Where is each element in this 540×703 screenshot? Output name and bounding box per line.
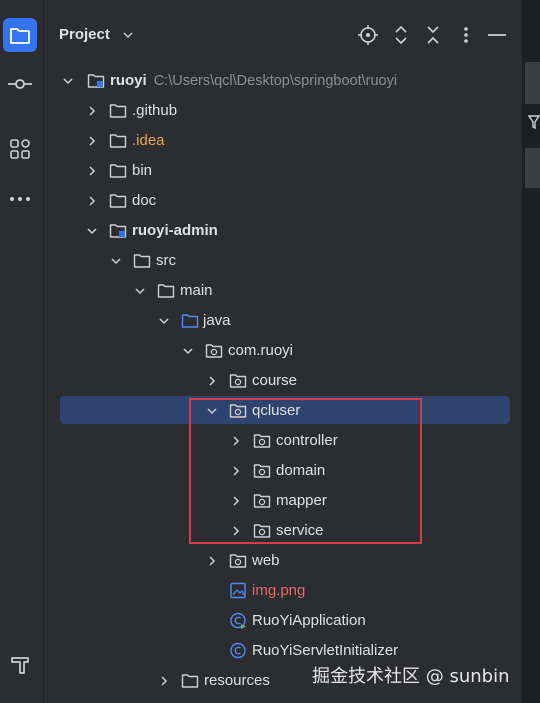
collapse-all-icon[interactable]: [422, 24, 444, 46]
tree-item-label: .github: [132, 102, 178, 119]
source-folder-icon: [181, 312, 199, 329]
tree-root-row[interactable]: ruoyi C:\Users\qcl\Desktop\springboot\ruo…: [44, 66, 522, 96]
folder-icon: [109, 132, 127, 149]
chevron-right-icon[interactable]: [86, 194, 98, 206]
project-folder-icon[interactable]: [3, 18, 37, 52]
tree-root-label-group: ruoyi C:\Users\qcl\Desktop\springboot\ruo…: [110, 72, 397, 89]
tree-item-label: main: [180, 282, 213, 299]
chevron-right-icon[interactable]: [206, 554, 218, 566]
chevron-down-icon[interactable]: [158, 314, 170, 326]
chevron-down-icon[interactable]: [110, 254, 122, 266]
tree-item-label: doc: [132, 192, 157, 209]
tree-row[interactable]: doc: [44, 186, 522, 216]
ide-window: Project ruoyi C:\Users\qcl\Desktop\spring…: [0, 0, 540, 703]
chevron-down-icon[interactable]: [134, 284, 146, 296]
tree-row[interactable]: .idea: [44, 126, 522, 156]
panel-title[interactable]: Project: [59, 26, 110, 43]
right-tool-strip: [522, 0, 540, 703]
image-file-icon: [229, 582, 247, 599]
tree-item-label: course: [252, 372, 298, 389]
chevron-down-icon[interactable]: [122, 28, 134, 46]
chevron-right-icon[interactable]: [86, 164, 98, 176]
tree-row[interactable]: img.png: [44, 576, 522, 606]
locate-icon[interactable]: [357, 24, 379, 46]
watermark: 掘金技术社区 @ sunbin: [312, 666, 510, 687]
panel-header: Project: [44, 0, 522, 70]
structure-icon[interactable]: [3, 132, 37, 166]
hide-panel-icon[interactable]: [486, 24, 508, 46]
folder-icon: [157, 282, 175, 299]
build-hammer-icon[interactable]: [3, 648, 37, 682]
chevron-right-icon[interactable]: [86, 104, 98, 116]
tree-item-label: com.ruoyi: [228, 342, 294, 359]
tree-item-label: .idea: [132, 132, 165, 149]
vertical-scrollbar[interactable]: [514, 60, 522, 703]
options-kebab-icon[interactable]: [455, 24, 477, 46]
folder-icon: [109, 192, 127, 209]
tree-item-label: ruoyi: [110, 72, 147, 89]
tree-item-label: src: [156, 252, 176, 269]
commit-icon[interactable]: [3, 67, 37, 101]
project-path: C:\Users\qcl\Desktop\springboot\ruoyi: [153, 73, 398, 89]
module-icon: [109, 222, 127, 239]
tree-row[interactable]: .github: [44, 96, 522, 126]
tree-row[interactable]: web: [44, 546, 522, 576]
tree-item-label: resources: [204, 672, 270, 689]
chevron-right-icon[interactable]: [86, 134, 98, 146]
tree-item-label: ruoyi-admin: [132, 222, 218, 239]
run-class-icon: [229, 612, 247, 629]
package-icon: [205, 342, 223, 359]
tree-item-label: bin: [132, 162, 153, 179]
expand-collapse-icon[interactable]: [390, 24, 412, 46]
right-strip-tab[interactable]: [525, 62, 540, 104]
folder-icon: [133, 252, 151, 269]
tree-row[interactable]: java: [44, 306, 522, 336]
tree-item-label: RuoYiServletInitializer: [252, 642, 399, 659]
tree-row[interactable]: bin: [44, 156, 522, 186]
java-class-icon: [229, 642, 247, 659]
folder-icon: [109, 102, 127, 119]
tree-item-label: java: [203, 312, 231, 329]
right-strip-tab[interactable]: [525, 148, 540, 188]
tree-row[interactable]: com.ruoyi: [44, 336, 522, 366]
chevron-right-icon[interactable]: [158, 674, 170, 686]
tree-row[interactable]: course: [44, 366, 522, 396]
highlight-box: [189, 398, 422, 544]
chevron-down-icon[interactable]: [86, 224, 98, 236]
filter-icon[interactable]: [527, 114, 540, 135]
tree-row[interactable]: RuoYiApplication: [44, 606, 522, 636]
folder-icon: [109, 162, 127, 179]
chevron-right-icon[interactable]: [206, 374, 218, 386]
activity-bar: [0, 0, 44, 703]
chevron-down-icon[interactable]: [182, 344, 194, 356]
tree-item-label: web: [252, 552, 280, 569]
chevron-down-icon[interactable]: [62, 74, 74, 86]
tree-item-label: RuoYiApplication: [252, 612, 366, 629]
tree-row[interactable]: main: [44, 276, 522, 306]
package-icon: [229, 552, 247, 569]
project-panel: Project ruoyi C:\Users\qcl\Desktop\spring…: [44, 0, 522, 703]
tree-row[interactable]: src: [44, 246, 522, 276]
folder-icon: [181, 672, 199, 689]
more-icon[interactable]: [3, 182, 37, 216]
tree-row[interactable]: ruoyi-admin: [44, 216, 522, 246]
module-icon: [87, 72, 105, 89]
package-icon: [229, 372, 247, 389]
tree-item-label: img.png: [252, 582, 306, 599]
